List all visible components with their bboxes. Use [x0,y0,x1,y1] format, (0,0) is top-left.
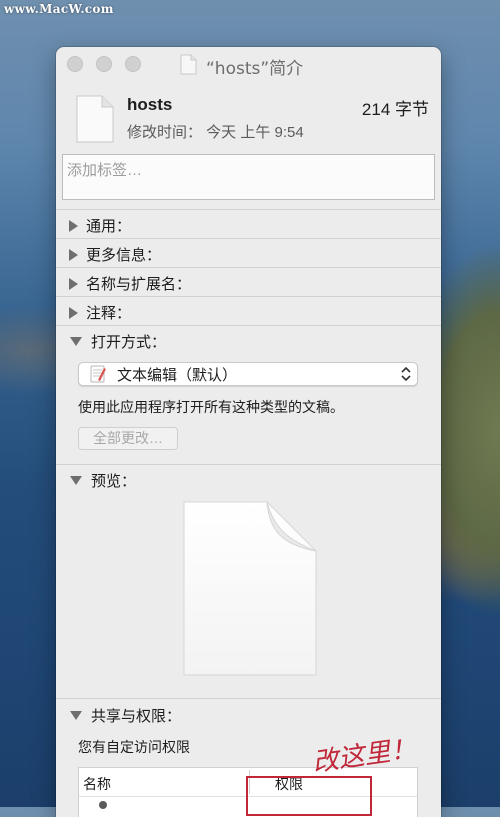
disclosure-triangle-icon[interactable] [69,248,78,261]
preview-document-icon [183,501,317,676]
annotation-highlight-box [246,776,372,816]
disclosure-triangle-icon[interactable] [69,219,78,232]
watermark: www.MacW.com [4,2,114,16]
disclosure-triangle-icon[interactable] [70,711,82,720]
section-preview[interactable]: 预览： [69,470,136,491]
updown-chevron-icon [401,366,411,382]
divider [56,325,441,326]
textedit-icon [90,365,106,383]
file-icon [76,95,114,143]
file-name: hosts [127,95,173,114]
window-title: “hosts”简介 [206,59,304,79]
doc-icon [180,54,197,75]
section-name-extension-label: 名称与扩展名： [86,276,192,293]
section-comments-label: 注释： [86,305,132,322]
section-more-info[interactable]: 更多信息： [69,244,161,265]
open-with-description: 使用此应用程序打开所有这种类型的文稿。 [78,399,344,415]
section-open-with[interactable]: 打开方式： [69,331,166,352]
section-comments[interactable]: 注释： [69,302,131,323]
disclosure-triangle-icon[interactable] [69,306,78,319]
section-general[interactable]: 通用： [69,215,131,236]
section-open-with-label: 打开方式： [91,334,167,351]
divider [56,209,441,210]
minimize-button[interactable] [96,56,112,72]
divider [56,296,441,297]
change-all-button[interactable]: 全部更改… [78,427,178,450]
section-more-info-label: 更多信息： [86,247,162,264]
modified-time: 修改时间： 今天 上午 9:54 [127,124,304,141]
user-icon [99,801,107,809]
custom-access-text: 您有自定访问权限 [78,739,190,755]
column-header-name[interactable]: 名称 [83,774,111,794]
section-name-extension[interactable]: 名称与扩展名： [69,273,191,294]
file-size: 214 字节 [361,100,429,119]
divider [56,698,441,699]
close-button[interactable] [67,56,83,72]
section-sharing-label: 共享与权限： [91,708,182,725]
titlebar: “hosts”简介 [56,47,441,81]
divider [56,238,441,239]
tags-input[interactable]: 添加标签… [62,154,435,200]
section-preview-label: 预览： [91,473,137,490]
section-sharing[interactable]: 共享与权限： [69,705,181,726]
open-with-popup[interactable]: 文本编辑（默认） [78,362,418,386]
info-window: “hosts”简介 hosts 214 字节 修改时间： 今天 上午 9:54 … [56,47,441,817]
zoom-button[interactable] [125,56,141,72]
divider [56,464,441,465]
disclosure-triangle-icon[interactable] [70,476,82,485]
open-with-app-label: 文本编辑（默认） [117,366,238,384]
section-general-label: 通用： [86,218,132,235]
disclosure-triangle-icon[interactable] [69,277,78,290]
divider [56,267,441,268]
disclosure-triangle-icon[interactable] [70,337,82,346]
